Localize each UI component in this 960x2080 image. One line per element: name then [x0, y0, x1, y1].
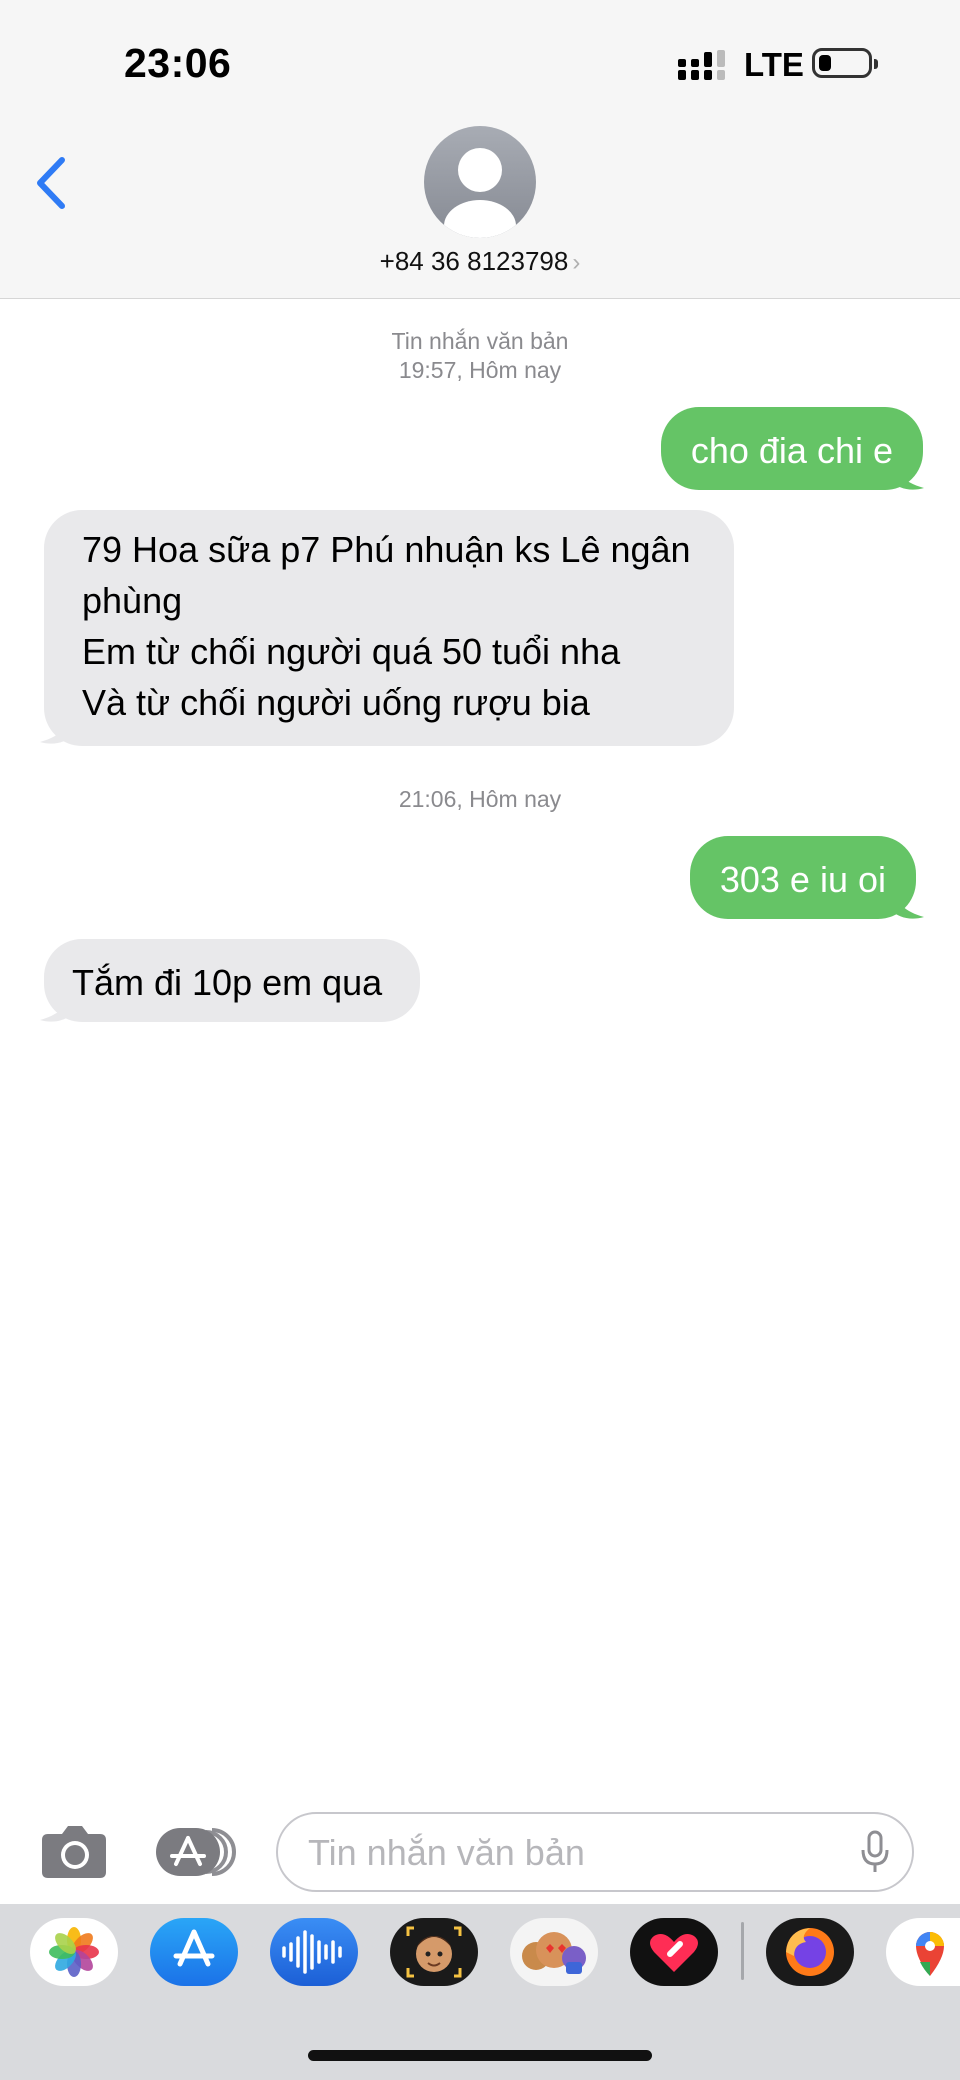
- app-store-apps-icon[interactable]: [154, 1826, 238, 1878]
- app-store-icon[interactable]: [150, 1918, 238, 1986]
- message-text: Tắm đi 10p em qua: [72, 962, 383, 1003]
- contact-number: +84 36 8123798: [379, 246, 569, 276]
- animoji-icon[interactable]: [510, 1918, 598, 1986]
- person-icon: [444, 148, 516, 238]
- battery-icon: [812, 48, 878, 78]
- audio-messages-icon[interactable]: [270, 1918, 358, 1986]
- drawer-divider: [741, 1922, 744, 1980]
- contact-name[interactable]: +84 36 8123798 ›: [0, 246, 960, 277]
- message-bubble-incoming[interactable]: Tắm đi 10p em qua: [44, 939, 421, 1022]
- message-type-label: Tin nhắn văn bản: [391, 328, 569, 354]
- network-type: LTE: [744, 46, 804, 83]
- message-bubble-outgoing[interactable]: 303 e iu oi: [689, 836, 916, 919]
- google-maps-icon[interactable]: [886, 1918, 960, 1986]
- signal-strength-icon: [678, 50, 725, 80]
- timestamp: 19:57, Hôm nay: [398, 357, 562, 383]
- message-text: 303 e iu oi: [719, 859, 886, 900]
- firefox-icon[interactable]: [766, 1918, 854, 1986]
- message-bubble-outgoing[interactable]: cho đia chi e: [660, 407, 923, 490]
- message-input-field[interactable]: [276, 1812, 914, 1892]
- timestamp: 21:06, Hôm nay: [398, 786, 562, 812]
- message-line: Và từ chối người uống rượu bia: [82, 682, 590, 723]
- message-line: phùng: [82, 580, 183, 621]
- photos-icon[interactable]: [30, 1918, 118, 1986]
- message-line: 79 Hoa sữa p7 Phú nhuận ks Lê ngân: [82, 529, 691, 570]
- message-bubble-incoming[interactable]: 79 Hoa sữa p7 Phú nhuận ks Lê ngân phùng…: [44, 510, 734, 746]
- digital-touch-icon[interactable]: [630, 1918, 718, 1986]
- contact-avatar[interactable]: [424, 126, 536, 238]
- message-text: cho đia chi e: [690, 430, 893, 471]
- microphone-icon[interactable]: [860, 1830, 890, 1874]
- message-line: Em từ chối người quá 50 tuổi nha: [82, 631, 621, 672]
- home-indicator[interactable]: [308, 2050, 652, 2061]
- back-chevron-icon[interactable]: [30, 154, 74, 212]
- memoji-icon[interactable]: [390, 1918, 478, 1986]
- camera-icon[interactable]: [38, 1822, 110, 1880]
- status-time: 23:06: [124, 40, 232, 86]
- contact-chevron-icon: ›: [572, 249, 581, 276]
- message-input[interactable]: [306, 1824, 830, 1882]
